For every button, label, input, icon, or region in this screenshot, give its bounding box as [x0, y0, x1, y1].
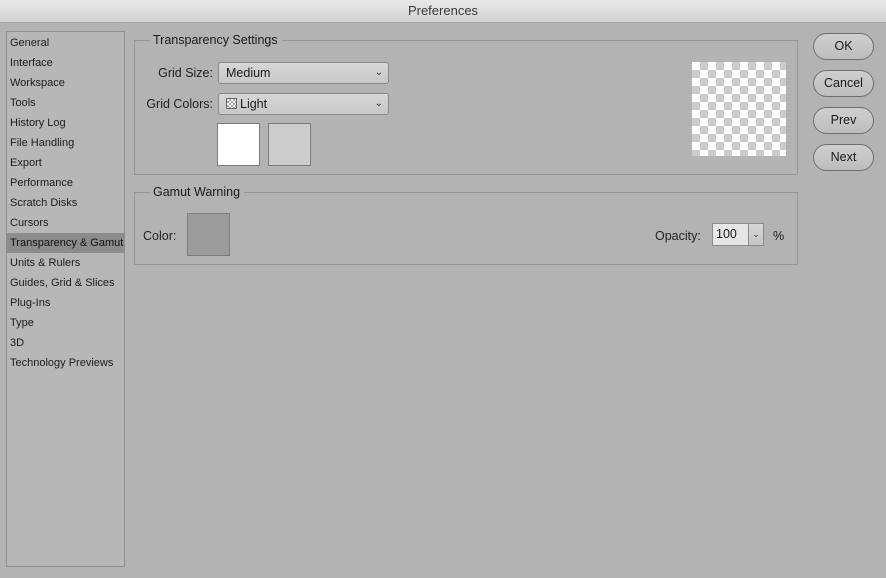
sidebar-item[interactable]: Technology Previews — [7, 353, 124, 373]
sidebar-item[interactable]: Plug-Ins — [7, 293, 124, 313]
sidebar-item[interactable]: General — [7, 33, 124, 53]
sidebar-item[interactable]: Scratch Disks — [7, 193, 124, 213]
sidebar-item[interactable]: 3D — [7, 333, 124, 353]
grid-size-value: Medium — [226, 66, 271, 80]
ok-button[interactable]: OK — [813, 33, 874, 60]
grid-colors-value: Light — [240, 97, 268, 111]
opacity-unit: % — [773, 229, 785, 243]
gamut-color-swatch[interactable] — [187, 213, 230, 256]
grid-size-label: Grid Size: — [158, 66, 213, 80]
sidebar-item[interactable]: Type — [7, 313, 124, 333]
opacity-dropdown-button[interactable]: ⌄ — [748, 223, 764, 246]
transparency-settings-legend: Transparency Settings — [153, 33, 278, 47]
chevron-down-icon: ⌄ — [752, 229, 760, 239]
sidebar-item[interactable]: Performance — [7, 173, 124, 193]
opacity-label: Opacity: — [655, 229, 701, 243]
chevron-down-icon: ⌄ — [374, 98, 383, 109]
transparency-preview — [692, 62, 786, 156]
gamut-warning-group: Gamut Warning — [134, 185, 798, 265]
grid-size-select[interactable]: Medium ⌄ — [218, 62, 389, 84]
sidebar-item[interactable]: History Log — [7, 113, 124, 133]
preferences-sidebar: General Interface Workspace Tools History Lo… — [6, 31, 125, 567]
cancel-button[interactable]: Cancel — [813, 70, 874, 97]
gamut-color-label: Color: — [143, 229, 177, 243]
checkerboard-icon — [226, 98, 237, 109]
sidebar-item[interactable]: Interface — [7, 53, 124, 73]
sidebar-item[interactable]: Export — [7, 153, 124, 173]
grid-colors-select[interactable]: Light ⌄ — [218, 93, 389, 115]
opacity-input[interactable]: 100 — [712, 223, 749, 246]
sidebar-item[interactable]: Units & Rulers — [7, 253, 124, 273]
window-title: Preferences — [0, 0, 886, 23]
gamut-warning-legend: Gamut Warning — [153, 185, 241, 199]
prev-button[interactable]: Prev — [813, 107, 874, 134]
sidebar-item[interactable]: Transparency & Gamut — [7, 233, 124, 253]
sidebar-list: General Interface Workspace Tools History Lo… — [7, 32, 124, 373]
chevron-down-icon: ⌄ — [374, 67, 383, 78]
grid-color-2-swatch[interactable] — [268, 123, 311, 166]
grid-color-1-swatch[interactable] — [217, 123, 260, 166]
sidebar-item[interactable]: Tools — [7, 93, 124, 113]
sidebar-item[interactable]: Cursors — [7, 213, 124, 233]
grid-colors-label: Grid Colors: — [146, 97, 213, 111]
sidebar-item[interactable]: File Handling — [7, 133, 124, 153]
next-button[interactable]: Next — [813, 144, 874, 171]
sidebar-item[interactable]: Workspace — [7, 73, 124, 93]
sidebar-item[interactable]: Guides, Grid & Slices — [7, 273, 124, 293]
